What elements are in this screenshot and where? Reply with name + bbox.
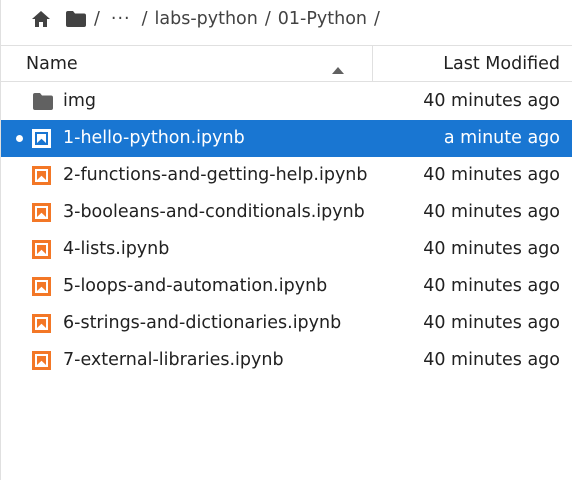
sort-ascending-icon [331, 59, 345, 79]
file-row[interactable]: img 40 minutes ago [1, 83, 572, 120]
file-row[interactable]: 3-booleans-and-conditionals.ipynb 40 minu… [1, 194, 572, 231]
notebook-icon [32, 351, 51, 370]
file-name: 6-strings-and-dictionaries.ipynb [63, 313, 342, 333]
file-modified: 40 minutes ago [423, 313, 560, 333]
file-row[interactable]: 7-external-libraries.ipynb 40 minutes ago [1, 342, 572, 379]
running-indicator-icon [16, 135, 23, 142]
file-row[interactable]: 2-functions-and-getting-help.ipynb 40 min… [1, 157, 572, 194]
file-row[interactable]: 4-lists.ipynb 40 minutes ago [1, 231, 572, 268]
listing-header: Name Last Modified [1, 45, 572, 82]
file-name: 3-booleans-and-conditionals.ipynb [63, 202, 365, 222]
breadcrumb-ellipsis[interactable]: ··· [111, 9, 131, 29]
breadcrumb: / ··· / labs-python / 01-Python / [1, 0, 572, 38]
file-browser: / ··· / labs-python / 01-Python / Name L… [0, 0, 572, 480]
notebook-icon [32, 240, 51, 259]
file-row[interactable]: 6-strings-and-dictionaries.ipynb 40 minut… [1, 305, 572, 342]
home-icon[interactable] [31, 10, 51, 28]
file-modified: 40 minutes ago [423, 276, 560, 296]
last-modified-column-header[interactable]: Last Modified [374, 46, 572, 81]
breadcrumb-separator: / [141, 9, 148, 29]
breadcrumb-item[interactable]: labs-python [155, 9, 258, 29]
file-name: 4-lists.ipynb [63, 239, 170, 259]
notebook-icon [32, 314, 51, 333]
notebook-icon [32, 129, 51, 148]
breadcrumb-separator: / [264, 9, 271, 29]
name-header-label: Name [26, 53, 78, 74]
file-name: 7-external-libraries.ipynb [63, 350, 284, 370]
notebook-icon [32, 166, 51, 185]
file-name: 5-loops-and-automation.ipynb [63, 276, 328, 296]
file-modified: 40 minutes ago [423, 91, 560, 111]
file-row[interactable]: 5-loops-and-automation.ipynb 40 minutes a… [1, 268, 572, 305]
file-list: img 40 minutes ago 1-hello-python.ipynb a m… [1, 83, 572, 379]
notebook-icon [32, 203, 51, 222]
notebook-icon [32, 277, 51, 296]
file-name: 2-functions-and-getting-help.ipynb [63, 165, 368, 185]
file-name: 1-hello-python.ipynb [63, 128, 245, 148]
folder-icon [32, 92, 53, 111]
breadcrumb-item[interactable]: 01-Python [278, 9, 367, 29]
name-column-header[interactable]: Name [1, 46, 373, 81]
breadcrumb-separator: / [374, 9, 380, 29]
file-modified: 40 minutes ago [423, 165, 560, 185]
breadcrumb-separator: / [94, 9, 100, 29]
file-row[interactable]: 1-hello-python.ipynb a minute ago [1, 120, 572, 157]
root-folder-icon[interactable] [65, 10, 87, 28]
file-modified: 40 minutes ago [423, 239, 560, 259]
file-modified: a minute ago [443, 128, 560, 148]
file-name: img [63, 91, 97, 111]
file-modified: 40 minutes ago [423, 202, 560, 222]
last-modified-header-label: Last Modified [443, 53, 560, 74]
file-modified: 40 minutes ago [423, 350, 560, 370]
